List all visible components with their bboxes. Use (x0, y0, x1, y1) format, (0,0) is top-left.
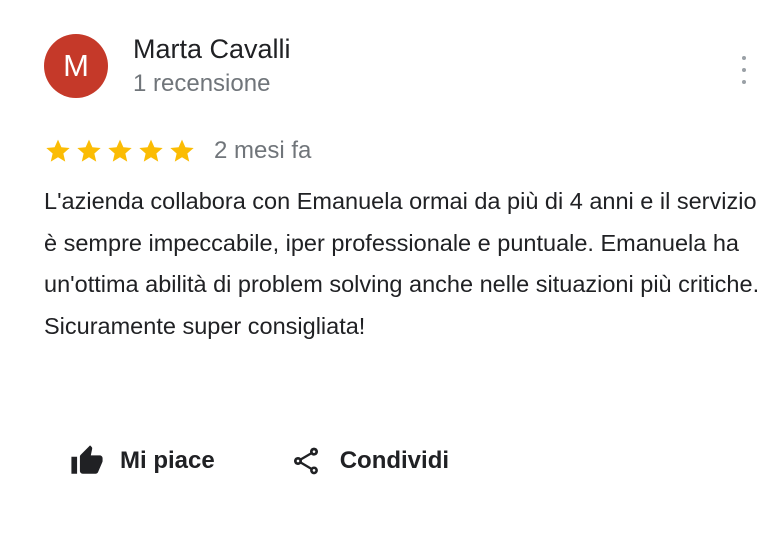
rating-row: 2 mesi fa (44, 134, 311, 168)
star-icon (46, 139, 70, 162)
avatar[interactable]: M (44, 34, 108, 98)
like-button[interactable]: Mi piace (70, 444, 215, 478)
avatar-initial: M (63, 48, 89, 83)
review-text: L'azienda collabora con Emanuela ormai d… (44, 188, 760, 339)
share-icon (293, 447, 318, 475)
star-rating (44, 137, 196, 165)
review-time: 2 mesi fa (214, 137, 312, 164)
review-actions: Mi piace Condividi (70, 444, 449, 478)
more-vert-icon[interactable] (732, 56, 756, 84)
review-card: M Marta Cavalli 1 recensione 2 mesi fa L… (0, 0, 780, 548)
star-icon (170, 139, 194, 162)
thumb-up-icon (71, 445, 103, 474)
star-icon (108, 139, 132, 162)
share-button[interactable]: Condividi (290, 444, 449, 478)
share-label: Condividi (339, 447, 450, 474)
reviewer-review-count: 1 recensione (133, 70, 271, 97)
reviewer-name[interactable]: Marta Cavalli (133, 34, 291, 65)
star-icon (139, 139, 163, 162)
star-icon (77, 139, 101, 162)
like-label: Mi piace (120, 447, 215, 474)
